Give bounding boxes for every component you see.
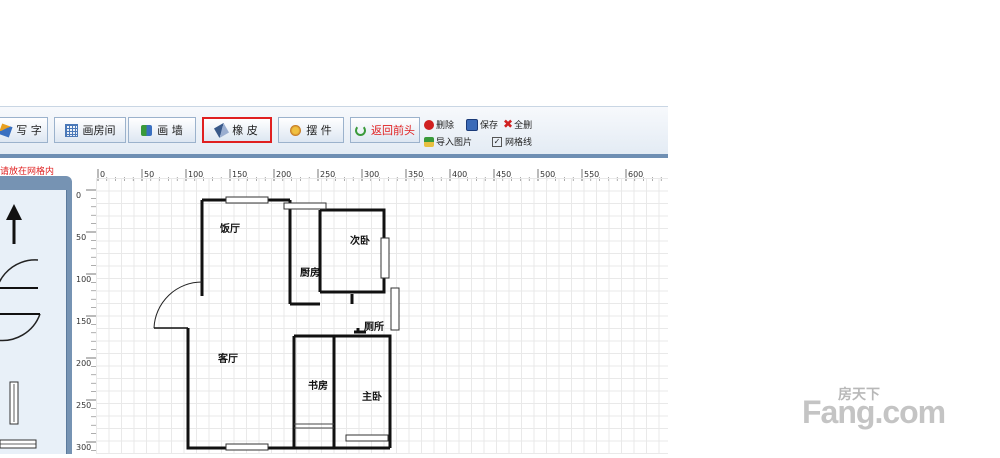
undo-button[interactable]: 返回前头 [350, 117, 420, 143]
save-icon [466, 118, 478, 131]
ruler-left-label: 100 [76, 275, 91, 284]
place-furniture-label: 摆 件 [306, 124, 332, 137]
delete-button[interactable]: 删除 [424, 118, 454, 131]
save-label: 保存 [480, 121, 499, 131]
draw-wall-label: 画 墙 [157, 124, 183, 137]
ruler-left: 0 50 100 150 200 250 300 [72, 178, 97, 454]
save-button[interactable]: 保存 [466, 118, 498, 131]
wall-icon [141, 124, 153, 136]
ruler-left-label: 150 [76, 317, 91, 326]
checkbox-checked-icon[interactable]: ✓ [492, 136, 502, 147]
ruler-left-label: 300 [76, 443, 91, 452]
import-image-label: 导入图片 [436, 138, 473, 148]
image-icon [424, 136, 434, 147]
write-text-label: 写 字 [16, 124, 42, 137]
fang-watermark: 房天下 Fang.com [802, 384, 992, 444]
room-label-dining: 饭厅 [220, 224, 240, 235]
delete-icon [424, 119, 434, 130]
room-label-bathroom: 厕所 [364, 322, 384, 333]
close-icon: ✖ [503, 117, 514, 131]
draw-room-label: 画房间 [82, 124, 116, 137]
panel-body [0, 190, 67, 454]
place-furniture-button[interactable]: 摆 件 [278, 117, 344, 143]
component-palette [0, 204, 41, 449]
ruler-left-label: 50 [76, 233, 86, 242]
draw-wall-button[interactable]: 画 墙 [128, 117, 196, 143]
ruler-left-label: 250 [76, 401, 91, 410]
grid-icon [64, 123, 78, 137]
eraser-button[interactable]: 橡 皮 [202, 117, 272, 143]
clear-all-label: 全删 [514, 120, 533, 131]
ruler-left-label: 200 [76, 359, 91, 368]
write-text-button[interactable]: 写 字 [0, 117, 48, 143]
toolbar: 写 字 画房间 画 墙 橡 皮 摆 件 返回前头 删除 保存 ✖ 全删 导入图片… [0, 106, 668, 155]
grid-area[interactable]: 饭厅 次卧 厨房 厕所 客厅 书房 主卧 [96, 178, 668, 454]
watermark-en: Fang.com [802, 394, 946, 430]
furniture-icon [290, 124, 302, 136]
room-label-living: 客厅 [218, 354, 238, 365]
entrance-door-arc [153, 281, 203, 329]
pencil-icon [0, 122, 13, 138]
grid-lines-label: 网格线 [505, 138, 533, 148]
door-arc-2-icon[interactable] [0, 313, 41, 342]
eraser-label: 橡 皮 [232, 124, 258, 137]
room-label-second-bedroom: 次卧 [350, 236, 370, 247]
eraser-icon [214, 122, 230, 138]
room-label-kitchen: 厨房 [300, 268, 320, 279]
delete-label: 删除 [436, 121, 455, 131]
refresh-icon [355, 124, 366, 136]
undo-label: 返回前头 [371, 124, 415, 137]
floor-plan [153, 196, 400, 451]
room-label-master-bedroom: 主卧 [362, 392, 382, 403]
draw-room-button[interactable]: 画房间 [54, 117, 126, 143]
arrow-up-icon[interactable] [6, 204, 22, 244]
clear-all-button[interactable]: ✖ 全删 [503, 117, 532, 131]
panel-header [0, 176, 72, 190]
ruler-left-label: 0 [76, 191, 81, 200]
import-image-button[interactable]: 导入图片 [424, 135, 472, 148]
ruler-left-ticks: 0 50 100 150 200 250 300 [76, 189, 96, 452]
component-panel [0, 176, 72, 454]
drawing-canvas[interactable]: 0 50 100 150 200 250 300 350 400 450 500 550 600 0 50… [72, 158, 668, 454]
grid-lines-toggle[interactable]: ✓ 网格线 [492, 135, 532, 148]
door-arc-icon[interactable] [0, 259, 39, 308]
room-label-study: 书房 [308, 381, 328, 392]
